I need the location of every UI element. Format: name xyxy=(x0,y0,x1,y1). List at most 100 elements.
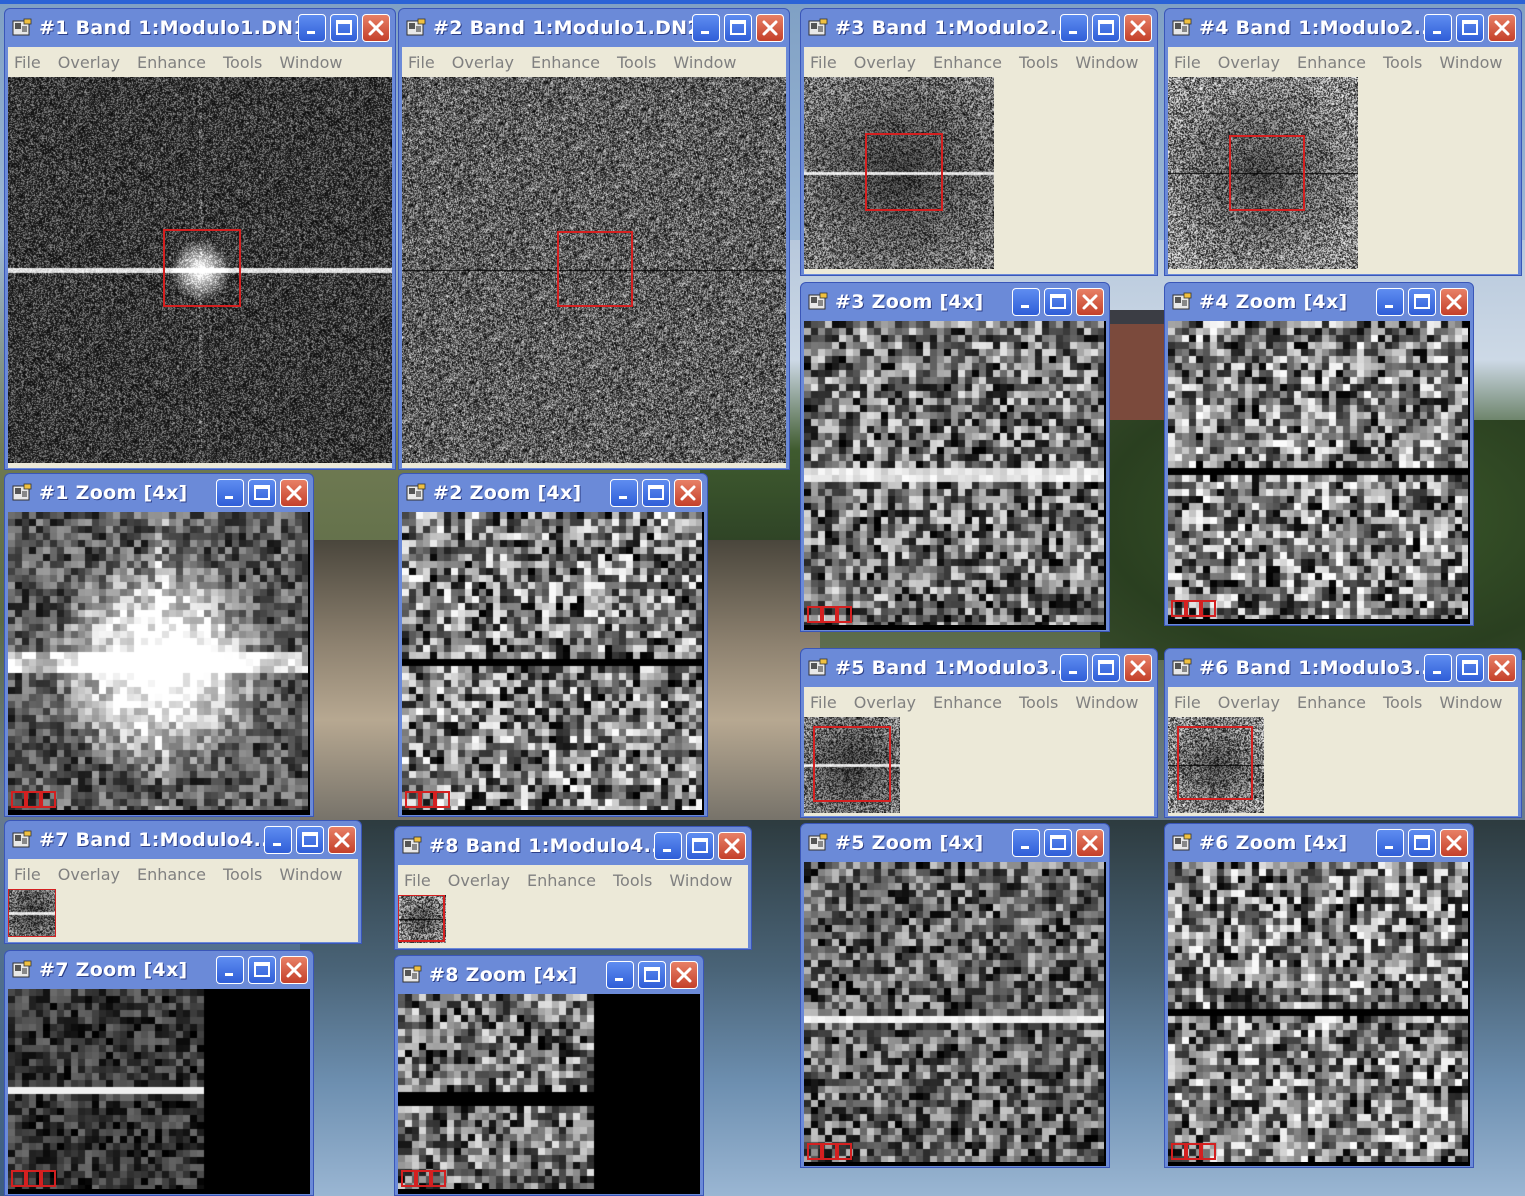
zoom-reset-control[interactable] xyxy=(1201,600,1216,617)
maximize-button[interactable] xyxy=(1408,829,1436,857)
menu-item-tools[interactable]: Tools xyxy=(1383,693,1422,712)
envi-window-icon[interactable] xyxy=(1172,292,1192,312)
title-bar[interactable]: #8 Band 1:Modulo4... xyxy=(398,827,748,865)
zoom-out-control[interactable] xyxy=(11,1170,26,1187)
close-button[interactable] xyxy=(328,826,356,854)
image-viewport[interactable] xyxy=(402,77,786,468)
zoom-in-control[interactable] xyxy=(1186,600,1201,617)
menu-item-overlay[interactable]: Overlay xyxy=(1218,53,1280,72)
minimize-button[interactable] xyxy=(1012,829,1040,857)
maximize-button[interactable] xyxy=(686,832,714,860)
title-bar[interactable]: #7 Zoom [4x] xyxy=(8,951,310,989)
zoom-region-box[interactable] xyxy=(557,231,633,307)
close-button[interactable] xyxy=(1076,829,1104,857)
menu-item-tools[interactable]: Tools xyxy=(223,53,262,72)
menu-item-overlay[interactable]: Overlay xyxy=(58,865,120,884)
zoom-controls[interactable] xyxy=(398,1167,518,1194)
maximize-button[interactable] xyxy=(724,14,752,42)
zoom-reset-control[interactable] xyxy=(837,606,852,623)
envi-window-icon[interactable] xyxy=(402,836,422,856)
menu-item-window[interactable]: Window xyxy=(1075,693,1138,712)
menu-item-enhance[interactable]: Enhance xyxy=(531,53,600,72)
envi-window-icon[interactable] xyxy=(1172,18,1192,38)
close-button[interactable] xyxy=(362,14,390,42)
title-bar[interactable]: #2 Zoom [4x] xyxy=(402,474,704,512)
title-bar[interactable]: #3 Band 1:Modulo2... xyxy=(804,9,1154,47)
title-bar[interactable]: #2 Band 1:Modulo1.DN2 xyxy=(402,9,786,47)
menu-item-tools[interactable]: Tools xyxy=(1019,53,1058,72)
image-window-w1[interactable]: #1 Band 1:Modulo1.DN1 File Overlay Enhance… xyxy=(4,8,396,470)
zoom-controls[interactable] xyxy=(804,1140,924,1166)
zoom-controls[interactable] xyxy=(8,1167,128,1194)
menu-item-window[interactable]: Window xyxy=(1439,53,1502,72)
zoom-out-control[interactable] xyxy=(1171,600,1186,617)
image-window-w8[interactable]: #8 Band 1:Modulo4... File Overlay Enhance T… xyxy=(394,826,752,950)
zoomed-image[interactable] xyxy=(1168,862,1468,1162)
maximize-button[interactable] xyxy=(248,956,276,984)
zoom-out-control[interactable] xyxy=(1171,1143,1186,1160)
zoom-viewport[interactable] xyxy=(8,989,310,1194)
title-bar[interactable]: #7 Band 1:Modulo4... xyxy=(8,821,358,859)
zoom-controls[interactable] xyxy=(8,788,128,815)
minimize-button[interactable] xyxy=(298,14,326,42)
title-bar[interactable]: #6 Band 1:Modulo3... xyxy=(1168,649,1518,687)
envi-window-icon[interactable] xyxy=(406,483,426,503)
zoomed-image[interactable] xyxy=(1168,321,1468,619)
zoomed-image[interactable] xyxy=(804,862,1104,1162)
zoom-controls[interactable] xyxy=(1168,597,1288,624)
envi-window-icon[interactable] xyxy=(808,292,828,312)
zoom-out-control[interactable] xyxy=(807,1143,822,1160)
image-window-w2[interactable]: #2 Band 1:Modulo1.DN2 File Overlay Enhance… xyxy=(398,8,790,470)
image-window-w7[interactable]: #7 Band 1:Modulo4... File Overlay Enhance T… xyxy=(4,820,362,944)
close-button[interactable] xyxy=(1440,288,1468,316)
zoom-window-z3[interactable]: #3 Zoom [4x] xyxy=(800,282,1110,632)
minimize-button[interactable] xyxy=(1060,14,1088,42)
zoom-in-control[interactable] xyxy=(416,1170,431,1187)
minimize-button[interactable] xyxy=(1376,829,1404,857)
zoom-region-box[interactable] xyxy=(398,895,445,942)
close-button[interactable] xyxy=(1124,654,1152,682)
zoom-in-control[interactable] xyxy=(1186,1143,1201,1160)
maximize-button[interactable] xyxy=(296,826,324,854)
zoom-out-control[interactable] xyxy=(807,606,822,623)
menu-item-overlay[interactable]: Overlay xyxy=(1218,693,1280,712)
zoom-reset-control[interactable] xyxy=(837,1143,852,1160)
menu-item-enhance[interactable]: Enhance xyxy=(137,53,206,72)
minimize-button[interactable] xyxy=(1376,288,1404,316)
image-viewport[interactable] xyxy=(8,889,358,942)
zoom-reset-control[interactable] xyxy=(41,791,56,808)
minimize-button[interactable] xyxy=(606,961,634,989)
image-viewport[interactable] xyxy=(8,77,392,468)
menu-item-window[interactable]: Window xyxy=(673,53,736,72)
zoom-controls[interactable] xyxy=(804,603,924,630)
minimize-button[interactable] xyxy=(610,479,638,507)
image-window-w3[interactable]: #3 Band 1:Modulo2... File Overlay Enhance T… xyxy=(800,8,1158,276)
maximize-button[interactable] xyxy=(642,479,670,507)
zoom-region-box[interactable] xyxy=(1229,135,1305,211)
zoom-window-z1[interactable]: #1 Zoom [4x] xyxy=(4,473,314,817)
menu-item-overlay[interactable]: Overlay xyxy=(854,53,916,72)
image-window-w6[interactable]: #6 Band 1:Modulo3... File Overlay Enhance T… xyxy=(1164,648,1522,818)
zoom-window-z4[interactable]: #4 Zoom [4x] xyxy=(1164,282,1474,626)
menu-item-file[interactable]: File xyxy=(14,53,41,72)
close-button[interactable] xyxy=(670,961,698,989)
image-window-w5[interactable]: #5 Band 1:Modulo3... File Overlay Enhance T… xyxy=(800,648,1158,818)
maximize-button[interactable] xyxy=(1456,654,1484,682)
zoom-viewport[interactable] xyxy=(398,994,700,1194)
minimize-button[interactable] xyxy=(692,14,720,42)
zoom-window-z8[interactable]: #8 Zoom [4x] xyxy=(394,955,704,1196)
menu-item-file[interactable]: File xyxy=(810,693,837,712)
title-bar[interactable]: #1 Band 1:Modulo1.DN1 xyxy=(8,9,392,47)
title-bar[interactable]: #8 Zoom [4x] xyxy=(398,956,700,994)
maximize-button[interactable] xyxy=(1092,14,1120,42)
zoomed-image[interactable] xyxy=(8,989,308,1189)
zoom-window-z7[interactable]: #7 Zoom [4x] xyxy=(4,950,314,1196)
maximize-button[interactable] xyxy=(330,14,358,42)
maximize-button[interactable] xyxy=(1044,829,1072,857)
menu-item-enhance[interactable]: Enhance xyxy=(1297,693,1366,712)
maximize-button[interactable] xyxy=(248,479,276,507)
envi-window-icon[interactable] xyxy=(1172,658,1192,678)
menu-item-window[interactable]: Window xyxy=(279,53,342,72)
zoom-controls[interactable] xyxy=(402,788,522,815)
minimize-button[interactable] xyxy=(216,479,244,507)
